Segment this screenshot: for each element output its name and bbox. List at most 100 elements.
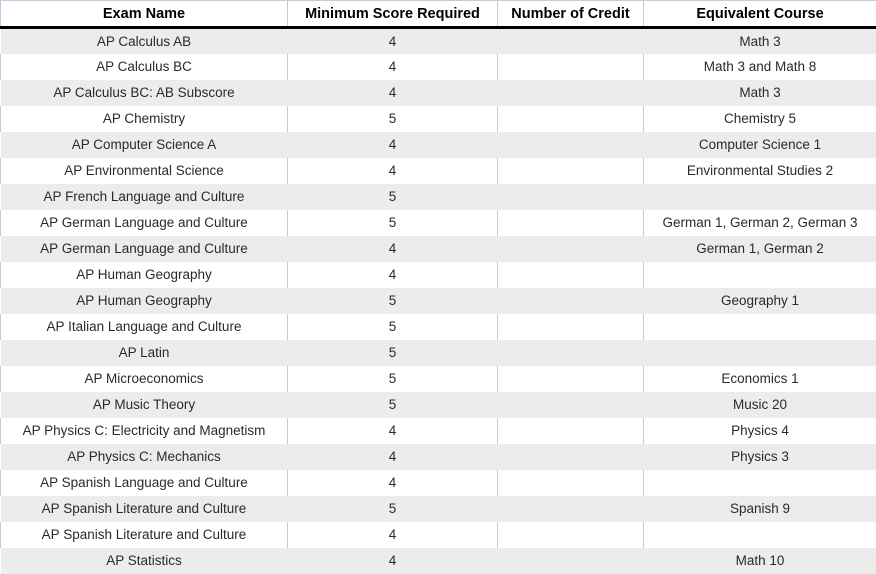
cell-number-of-credit [498, 28, 644, 54]
cell-number-of-credit [498, 288, 644, 314]
table-row: AP Calculus BC4 Math 3 and Math 8 [1, 54, 876, 80]
table-row: AP Physics C: Electricity and Magnetism4… [1, 418, 876, 444]
cell-minimum-score: 4 [288, 444, 498, 470]
cell-exam-name: AP Human Geography [1, 288, 288, 314]
cell-minimum-score: 4 [288, 28, 498, 54]
cell-number-of-credit [498, 470, 644, 496]
cell-number-of-credit [498, 158, 644, 184]
table-header: Exam Name Minimum Score Required Number … [1, 1, 876, 28]
column-header-number-of-credit: Number of Credit [498, 1, 644, 28]
cell-equivalent-course: Math 10 [644, 548, 876, 574]
cell-equivalent-course: Math 3 and Math 8 [644, 54, 876, 80]
cell-number-of-credit [498, 262, 644, 288]
cell-exam-name: AP Chemistry [1, 106, 288, 132]
cell-equivalent-course: Math 3 [644, 80, 876, 106]
cell-minimum-score: 4 [288, 158, 498, 184]
column-header-minimum-score: Minimum Score Required [288, 1, 498, 28]
cell-equivalent-course: Spanish 9 [644, 496, 876, 522]
cell-number-of-credit [498, 184, 644, 210]
cell-exam-name: AP German Language and Culture [1, 210, 288, 236]
cell-exam-name: AP French Language and Culture [1, 184, 288, 210]
cell-number-of-credit [498, 548, 644, 574]
cell-minimum-score: 4 [288, 132, 498, 158]
cell-exam-name: AP Computer Science A [1, 132, 288, 158]
cell-exam-name: AP Spanish Literature and Culture [1, 522, 288, 548]
cell-exam-name: AP Microeconomics [1, 366, 288, 392]
table-row: AP Calculus AB4Math 3 [1, 28, 876, 54]
cell-equivalent-course: Economics 1 [644, 366, 876, 392]
table-row: AP Physics C: Mechanics4Physics 3 [1, 444, 876, 470]
cell-exam-name: AP Physics C: Mechanics [1, 444, 288, 470]
cell-exam-name: AP Statistics [1, 548, 288, 574]
cell-minimum-score: 5 [288, 210, 498, 236]
cell-exam-name: AP Human Geography [1, 262, 288, 288]
cell-equivalent-course: Chemistry 5 [644, 106, 876, 132]
table-row: AP Computer Science A4 Computer Science 1 [1, 132, 876, 158]
cell-equivalent-course [644, 314, 876, 340]
cell-number-of-credit [498, 314, 644, 340]
table-row: AP Spanish Literature and Culture4 [1, 522, 876, 548]
cell-minimum-score: 5 [288, 392, 498, 418]
table-row: AP Spanish Literature and Culture5 Spanis… [1, 496, 876, 522]
table-row: AP Chemistry5 Chemistry 5 [1, 106, 876, 132]
cell-minimum-score: 5 [288, 106, 498, 132]
cell-exam-name: AP Music Theory [1, 392, 288, 418]
cell-number-of-credit [498, 444, 644, 470]
cell-number-of-credit [498, 418, 644, 444]
cell-minimum-score: 4 [288, 80, 498, 106]
cell-exam-name: AP Physics C: Electricity and Magnetism [1, 418, 288, 444]
cell-number-of-credit [498, 392, 644, 418]
cell-exam-name: AP Calculus BC: AB Subscore [1, 80, 288, 106]
cell-exam-name: AP Latin [1, 340, 288, 366]
cell-equivalent-course: German 1, German 2 [644, 236, 876, 262]
cell-number-of-credit [498, 106, 644, 132]
cell-number-of-credit [498, 366, 644, 392]
table-row: AP Environmental Science4 Environmental S… [1, 158, 876, 184]
cell-number-of-credit [498, 132, 644, 158]
cell-number-of-credit [498, 54, 644, 80]
cell-exam-name: AP Spanish Language and Culture [1, 470, 288, 496]
table-row: AP Statistics4 Math 10 [1, 548, 876, 574]
cell-exam-name: AP German Language and Culture [1, 236, 288, 262]
table-row: AP Calculus BC: AB Subscore4 Math 3 [1, 80, 876, 106]
cell-equivalent-course: Geography 1 [644, 288, 876, 314]
cell-minimum-score: 4 [288, 418, 498, 444]
table-row: AP Human Geography5Geography 1 [1, 288, 876, 314]
cell-equivalent-course: Physics 4 [644, 418, 876, 444]
table-row: AP Music Theory5Music 20 [1, 392, 876, 418]
table-row: AP Italian Language and Culture5 [1, 314, 876, 340]
cell-equivalent-course: Computer Science 1 [644, 132, 876, 158]
cell-equivalent-course [644, 184, 876, 210]
header-row: Exam Name Minimum Score Required Number … [1, 1, 876, 28]
cell-equivalent-course: Environmental Studies 2 [644, 158, 876, 184]
cell-minimum-score: 5 [288, 314, 498, 340]
cell-number-of-credit [498, 522, 644, 548]
cell-minimum-score: 5 [288, 366, 498, 392]
cell-minimum-score: 5 [288, 184, 498, 210]
cell-number-of-credit [498, 496, 644, 522]
cell-exam-name: AP Environmental Science [1, 158, 288, 184]
table-row: AP Human Geography4 [1, 262, 876, 288]
table-row: AP German Language and Culture4German 1,… [1, 236, 876, 262]
cell-equivalent-course [644, 522, 876, 548]
cell-minimum-score: 5 [288, 496, 498, 522]
cell-minimum-score: 5 [288, 340, 498, 366]
table-row: AP Microeconomics5 Economics 1 [1, 366, 876, 392]
cell-equivalent-course: German 1, German 2, German 3 [644, 210, 876, 236]
cell-minimum-score: 4 [288, 522, 498, 548]
table-row: AP French Language and Culture5 [1, 184, 876, 210]
cell-number-of-credit [498, 340, 644, 366]
cell-equivalent-course [644, 470, 876, 496]
cell-number-of-credit [498, 80, 644, 106]
cell-minimum-score: 4 [288, 54, 498, 80]
table-row: AP Latin5 [1, 340, 876, 366]
cell-exam-name: AP Spanish Literature and Culture [1, 496, 288, 522]
cell-minimum-score: 4 [288, 548, 498, 574]
cell-number-of-credit [498, 210, 644, 236]
cell-exam-name: AP Italian Language and Culture [1, 314, 288, 340]
cell-exam-name: AP Calculus BC [1, 54, 288, 80]
table-row: AP Spanish Language and Culture4 [1, 470, 876, 496]
column-header-equivalent-course: Equivalent Course [644, 1, 876, 28]
table-body: AP Calculus AB4Math 3AP Calculus BC4Math… [1, 28, 876, 574]
ap-credit-table: Exam Name Minimum Score Required Number … [0, 0, 876, 574]
